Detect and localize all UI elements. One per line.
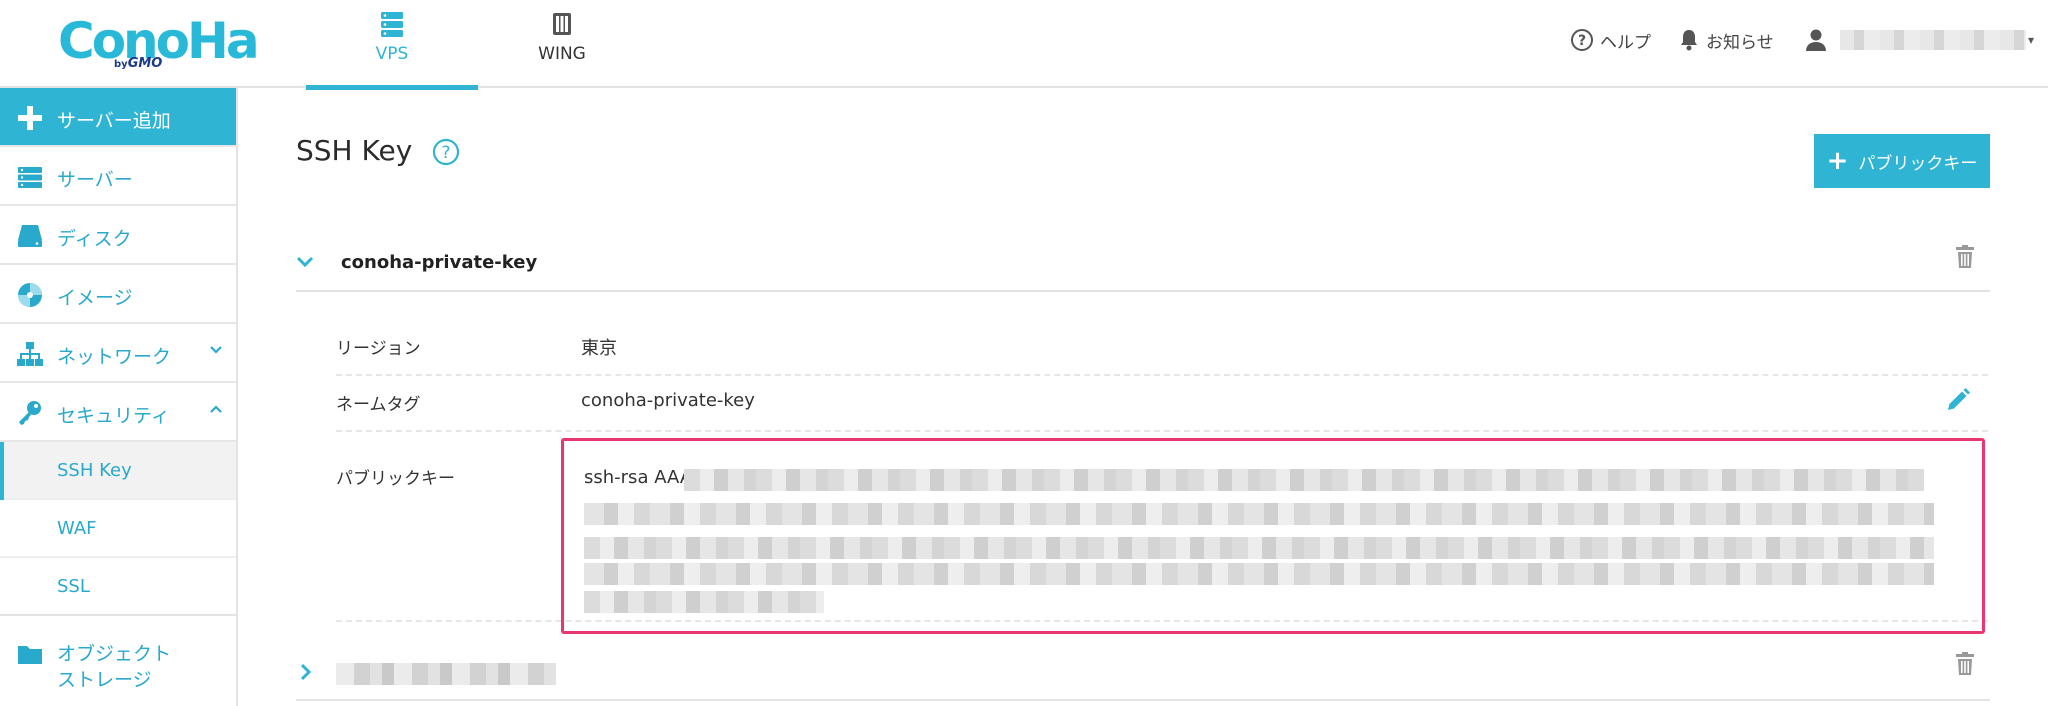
top-header: ConoHa byGMO VPS WING ? ヘルプ お知らせ ▾ xyxy=(0,0,2048,90)
detail-row-region: リージョン 東京 xyxy=(336,292,1988,376)
sidebar-subitem-ssl[interactable]: SSL xyxy=(0,558,236,616)
pubkey-redacted xyxy=(584,591,824,613)
chevron-right-icon[interactable] xyxy=(296,663,314,681)
sidebar-item-add-server[interactable]: サーバー追加 xyxy=(0,88,236,147)
sidebar-item-network[interactable]: ネットワーク xyxy=(0,324,236,383)
svg-text:?: ? xyxy=(1578,33,1586,49)
logo-gmo: byGMO xyxy=(114,56,163,71)
sidebar-subitem-ssh-key[interactable]: SSH Key xyxy=(0,442,236,500)
nametag-label: ネームタグ xyxy=(336,395,421,415)
image-disc-icon xyxy=(18,283,42,307)
pubkey-label: パブリックキー xyxy=(336,469,455,489)
user-name-redacted xyxy=(1840,30,2026,50)
user-icon xyxy=(1806,29,1826,51)
server-icon xyxy=(18,167,42,188)
sidebar: サーバー追加 サーバー ディスク イメージ ネットワーク セキュリティ SSH … xyxy=(0,88,238,706)
sidebar-item-label: ネットワーク xyxy=(57,346,172,368)
user-menu[interactable]: ▾ xyxy=(1804,26,2034,54)
tab-vps[interactable]: VPS xyxy=(306,0,478,90)
notice-link[interactable]: お知らせ xyxy=(1678,26,1774,54)
pubkey-redacted xyxy=(684,469,1924,491)
tab-vps-label: VPS xyxy=(375,44,409,64)
sidebar-item-disk[interactable]: ディスク xyxy=(0,206,236,265)
sidebar-item-label: オブジェクト ストレージ xyxy=(57,643,172,691)
sidebar-item-label: ディスク xyxy=(57,228,132,250)
chevron-down-icon: ▾ xyxy=(2028,33,2035,47)
pubkey-redacted xyxy=(584,503,1934,525)
pubkey-highlight-box: ssh-rsa AAA xyxy=(561,438,1985,634)
sidebar-item-label: サーバー xyxy=(57,169,133,191)
add-public-key-button[interactable]: + パブリックキー xyxy=(1814,134,1990,188)
sidebar-item-label: セキュリティ xyxy=(57,405,170,427)
help-label: ヘルプ xyxy=(1600,32,1651,53)
detail-row-nametag: ネームタグ conoha-private-key xyxy=(336,376,1988,432)
folder-icon xyxy=(18,646,42,664)
sidebar-item-object-storage[interactable]: オブジェクト ストレージ xyxy=(0,626,236,706)
notice-label: お知らせ xyxy=(1706,32,1774,53)
plus-icon: + xyxy=(1826,146,1849,176)
sidebar-subitem-label: SSH Key xyxy=(57,460,132,481)
pubkey-value: ssh-rsa AAA xyxy=(584,467,693,488)
pencil-edit-icon[interactable] xyxy=(1944,386,1972,414)
active-tab-indicator xyxy=(306,85,478,90)
bell-icon xyxy=(1681,30,1697,51)
help-icon[interactable]: ? xyxy=(432,138,460,166)
page-title: SSH Key xyxy=(296,134,413,167)
sidebar-subitem-label: SSL xyxy=(57,576,90,597)
sidebar-item-label: イメージ xyxy=(57,287,133,309)
key-icon xyxy=(19,401,41,425)
key-row-expanded[interactable]: conoha-private-key xyxy=(296,236,1990,292)
sidebar-item-server[interactable]: サーバー xyxy=(0,147,236,206)
conoha-logo[interactable]: ConoHa byGMO xyxy=(58,12,260,71)
help-link[interactable]: ? ヘルプ xyxy=(1570,26,1651,54)
add-public-key-label: パブリックキー xyxy=(1858,153,1978,174)
pubkey-redacted xyxy=(584,537,1934,559)
trash-icon[interactable] xyxy=(1952,651,1978,677)
nametag-value: conoha-private-key xyxy=(581,390,755,411)
question-circle-icon: ? xyxy=(1571,29,1593,51)
key-name: conoha-private-key xyxy=(341,252,538,273)
active-item-indicator xyxy=(0,442,4,500)
key-row-collapsed[interactable] xyxy=(296,645,1990,701)
chevron-down-icon xyxy=(210,346,222,354)
chevron-up-icon xyxy=(210,405,222,413)
server-stack-icon xyxy=(381,12,403,37)
sidebar-item-image[interactable]: イメージ xyxy=(0,265,236,324)
plus-icon xyxy=(18,106,42,130)
svg-text:?: ? xyxy=(441,143,450,163)
sidebar-item-security[interactable]: セキュリティ xyxy=(0,383,236,442)
network-icon xyxy=(17,342,43,366)
region-label: リージョン xyxy=(336,339,421,359)
sidebar-subitem-waf[interactable]: WAF xyxy=(0,500,236,558)
wing-server-icon xyxy=(553,13,571,35)
trash-icon[interactable] xyxy=(1952,244,1978,270)
region-value: 東京 xyxy=(581,338,617,359)
chevron-down-icon[interactable] xyxy=(296,252,314,270)
tab-wing-label: WING xyxy=(538,44,586,64)
tab-wing[interactable]: WING xyxy=(476,0,648,88)
sidebar-item-label: サーバー追加 xyxy=(57,110,171,132)
disk-icon xyxy=(18,225,42,247)
key-name-redacted xyxy=(336,663,556,685)
sidebar-subitem-label: WAF xyxy=(57,518,97,539)
pubkey-redacted xyxy=(584,563,1934,585)
